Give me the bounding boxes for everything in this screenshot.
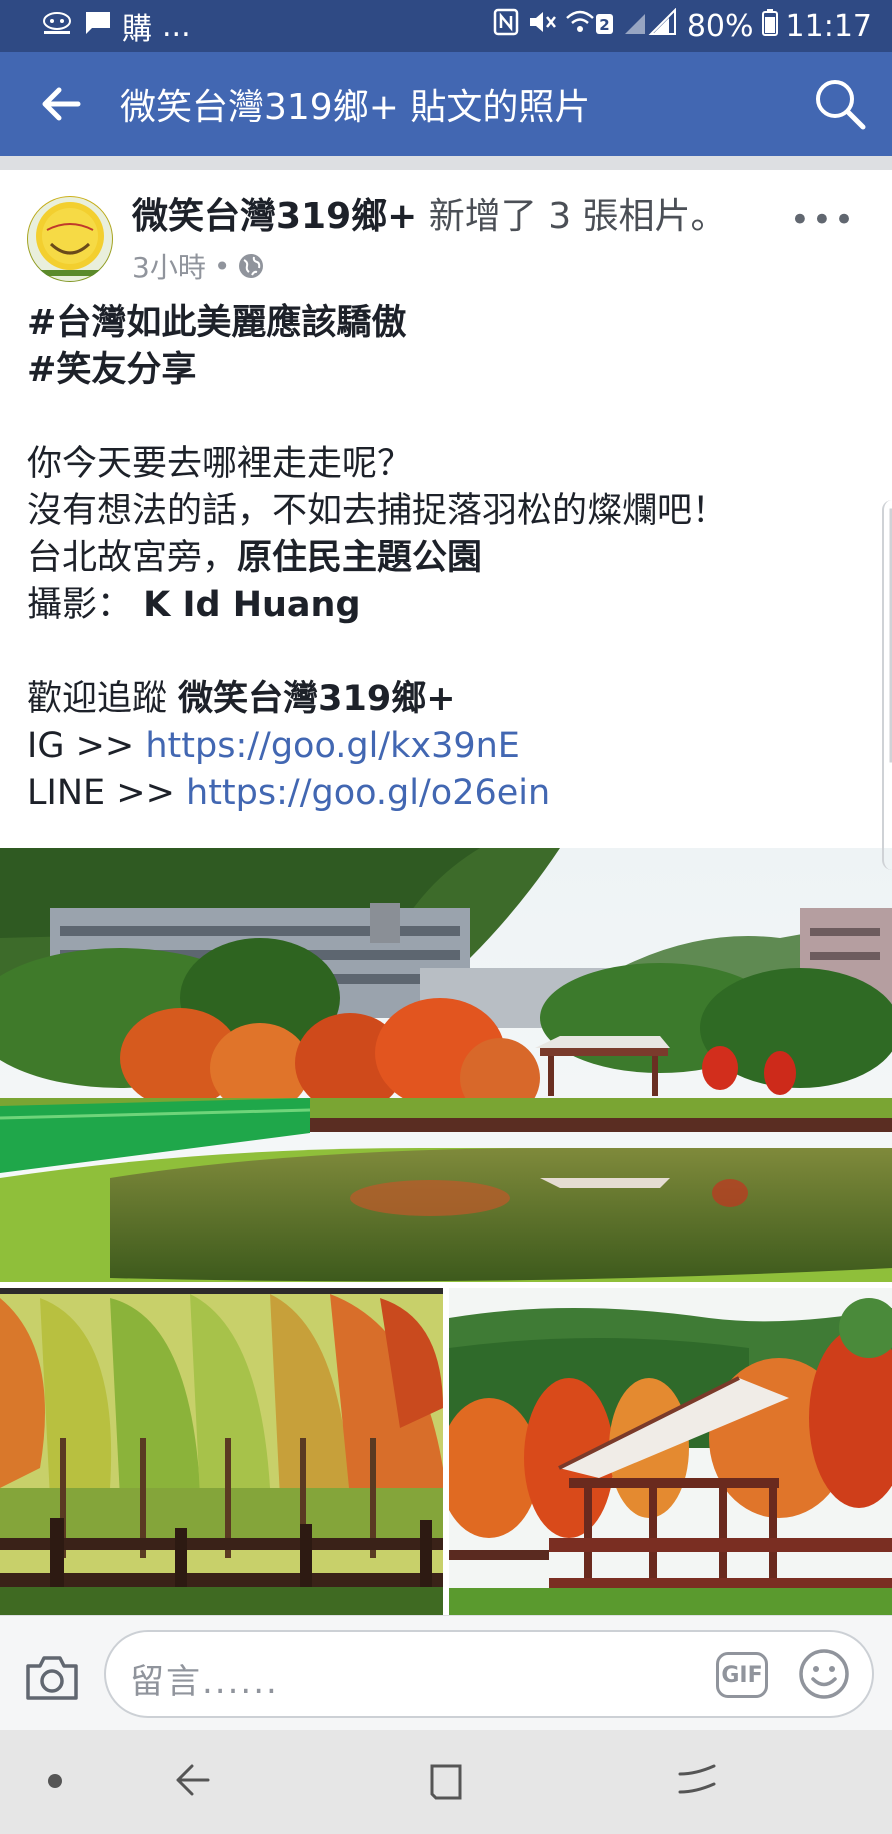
dot-icon <box>48 1774 62 1788</box>
ig-link[interactable]: https://goo.gl/kx39nE <box>145 726 520 766</box>
message-icon <box>84 9 112 44</box>
status-overflow: ... <box>162 8 191 44</box>
text-line-5: 歡迎追蹤 微笑台灣319鄉+ <box>27 676 862 723</box>
text-line-3: 台北故宮旁，原住民主題公園 <box>27 535 862 582</box>
app-badge-label: 購 <box>122 12 152 47</box>
hashtag-1[interactable]: #台灣如此美麗應該驕傲 <box>27 300 862 347</box>
line-label: LINE >> <box>27 773 187 813</box>
post-time[interactable]: 3小時 <box>132 246 206 286</box>
author-name[interactable]: 微笑台灣319鄉+ <box>132 196 417 237</box>
system-nav-bar <box>0 1730 892 1834</box>
gomaji-app-icon <box>40 9 74 44</box>
photographer-name: K Id Huang <box>143 585 361 625</box>
park-pond-photo[interactable] <box>0 848 892 1282</box>
text-line-3-plain: 台北故宮旁， <box>27 538 238 578</box>
post-text: #台灣如此美麗應該驕傲 #笑友分享 你今天要去哪裡走走呢？ 沒有想法的話，不如去… <box>27 300 862 817</box>
status-right: 2 80% 11:17 <box>493 7 872 44</box>
emoji-button[interactable] <box>798 1648 850 1700</box>
follow-label: 歡迎追蹤 <box>27 679 179 719</box>
back-button[interactable] <box>16 52 106 156</box>
svg-text:2: 2 <box>599 16 609 34</box>
back-nav-icon <box>176 1764 210 1796</box>
gif-button[interactable]: GIF <box>716 1652 768 1698</box>
recent-apps-button[interactable] <box>676 1760 720 1804</box>
photographer-label: 攝影： <box>27 585 144 625</box>
ig-label: IG >> <box>27 726 146 766</box>
comment-placeholder: 留言...... <box>130 1662 279 1702</box>
post-card: 微笑台灣319鄉+ 新增了 3 張相片。 3小時 • ••• #台灣如此美麗應該… <box>0 170 892 1615</box>
status-bar: 購 ... 2 80% 11:17 <box>0 0 892 52</box>
smile-logo <box>28 197 112 281</box>
text-question: 你今天要去哪裡走走呢？ <box>27 444 413 484</box>
comment-bar: 留言...... GIF <box>0 1615 892 1730</box>
search-icon <box>816 80 866 130</box>
post-action: 新增了 3 張相片。 <box>417 196 727 237</box>
text-line-3-bold: 原住民主題公園 <box>237 538 483 578</box>
post-header: 微笑台灣319鄉+ 新增了 3 張相片。 3小時 • <box>132 194 802 286</box>
pavilion-photo[interactable] <box>449 1288 892 1615</box>
scroll-indicator[interactable] <box>882 500 892 870</box>
text-line-2: 沒有想法的話，不如去捕捉落羽松的燦爛吧！ <box>27 491 728 531</box>
search-button[interactable] <box>788 52 892 156</box>
cypress-trees-photo[interactable] <box>0 1288 443 1615</box>
recent-apps-icon <box>678 1764 716 1794</box>
nfc-icon <box>493 8 519 44</box>
smiley-icon <box>799 1649 849 1699</box>
post-meta: 3小時 • <box>132 246 802 286</box>
hashtag-2[interactable]: #笑友分享 <box>27 347 862 394</box>
text-line-4: 攝影： K Id Huang <box>27 582 862 629</box>
meta-separator: • <box>213 249 231 283</box>
divider <box>0 156 892 170</box>
battery-icon <box>761 8 778 44</box>
battery-percent: 80% <box>686 8 754 44</box>
home-square-icon <box>430 1764 462 1800</box>
mute-icon <box>527 8 557 44</box>
comment-input[interactable]: 留言...... GIF <box>104 1630 874 1718</box>
back-nav-button[interactable] <box>172 1758 212 1806</box>
line-line: LINE >> https://goo.gl/o26ein <box>27 770 862 817</box>
author-line: 微笑台灣319鄉+ 新增了 3 張相片。 <box>132 194 802 240</box>
home-nav-button[interactable] <box>426 1762 466 1806</box>
camera-icon <box>26 1656 78 1700</box>
ig-line: IG >> https://goo.gl/kx39nE <box>27 723 862 770</box>
signal-icon <box>623 7 679 44</box>
author-avatar[interactable] <box>27 196 113 282</box>
line-link[interactable]: https://goo.gl/o26ein <box>186 773 550 813</box>
arrow-left-icon <box>42 87 81 121</box>
camera-button[interactable] <box>22 1648 82 1708</box>
page-title: 微笑台灣319鄉+ 貼文的照片 <box>120 87 591 128</box>
status-left: 購 ... <box>40 4 493 48</box>
follow-page-name: 微笑台灣319鄉+ <box>178 679 456 719</box>
clock: 11:17 <box>785 8 872 44</box>
app-bar: 微笑台灣319鄉+ 貼文的照片 <box>0 52 892 156</box>
globe-icon <box>239 254 264 278</box>
wifi-icon: 2 <box>565 8 615 44</box>
more-options-button[interactable]: ••• <box>790 200 856 240</box>
